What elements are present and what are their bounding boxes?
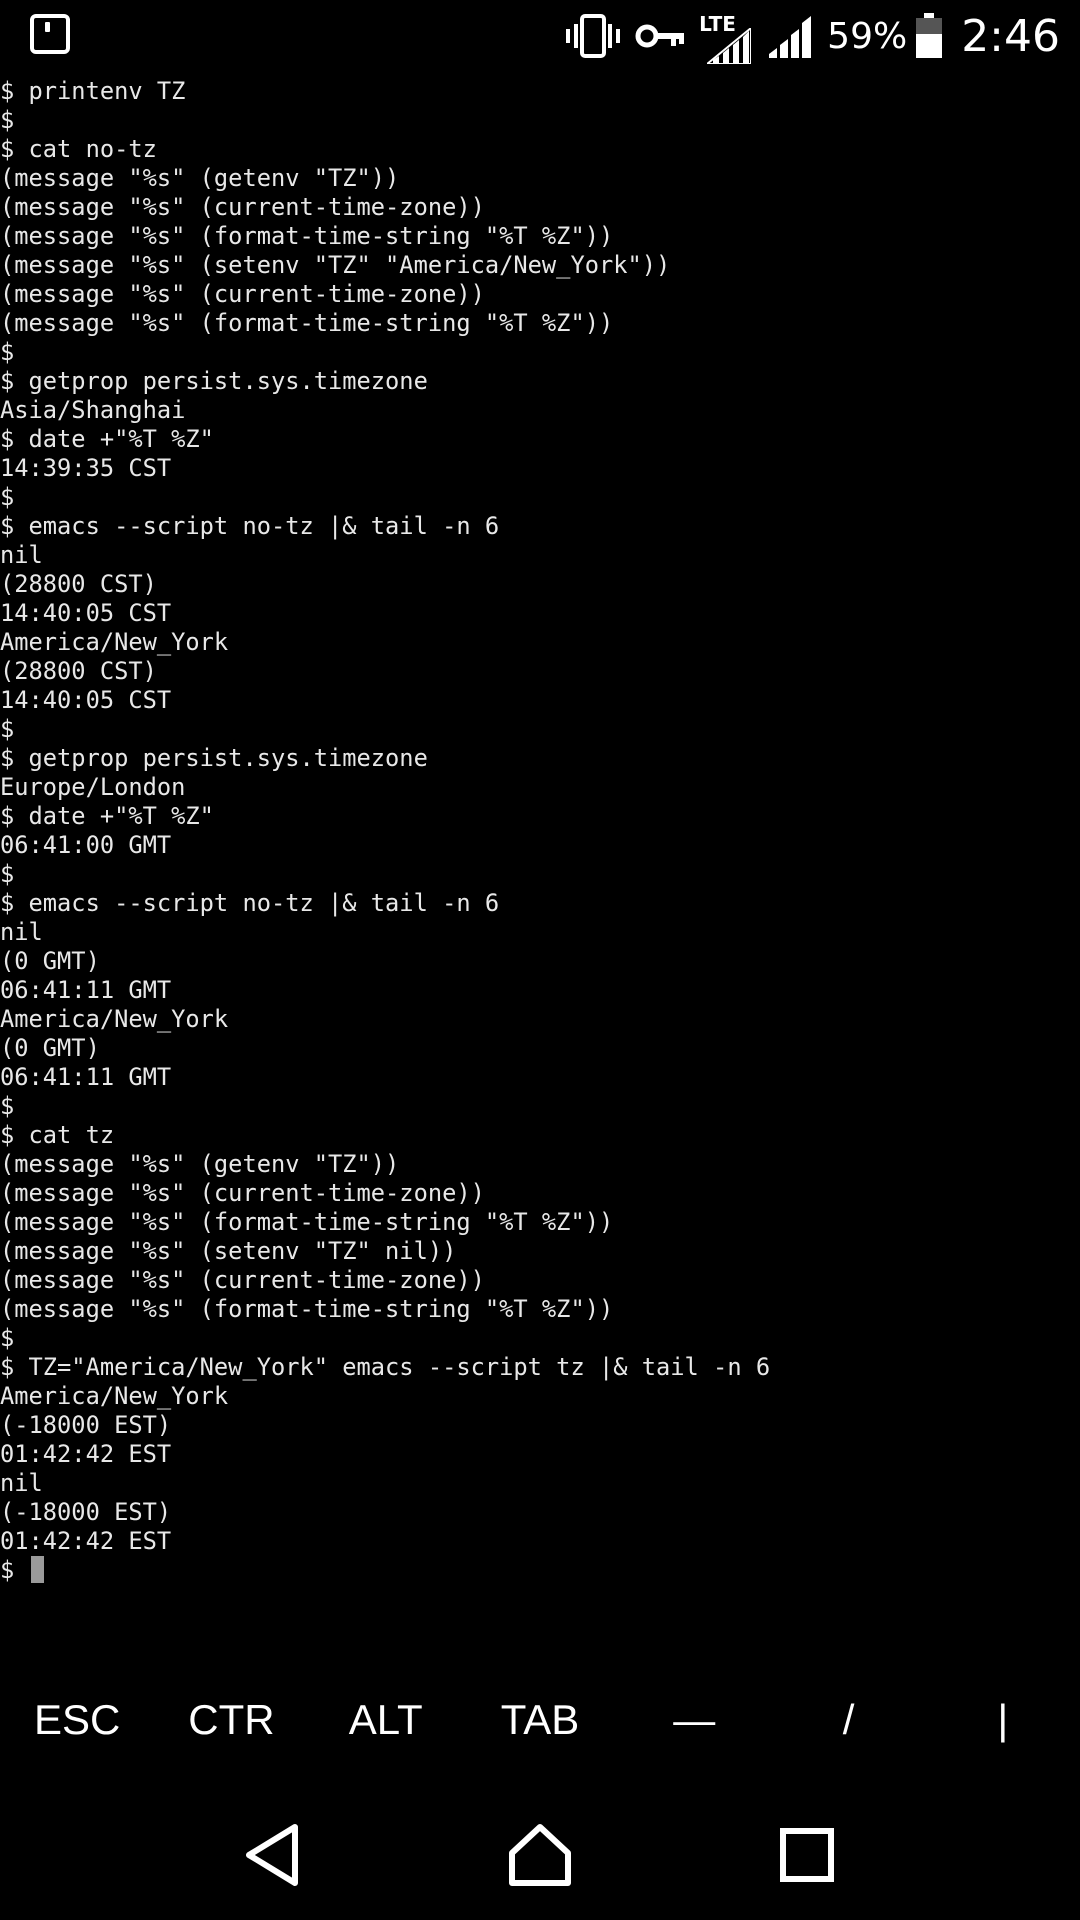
status-icons: LTE 59% 2:46 — [551, 0, 1060, 72]
battery-percent: 59% — [827, 15, 908, 57]
terminal-line: America/New_York — [0, 1382, 229, 1410]
navigation-bar — [0, 1790, 1080, 1920]
terminal-line: (-18000 EST) — [0, 1498, 172, 1526]
terminal-line: 14:39:35 CST — [0, 454, 172, 482]
terminal-line: 06:41:00 GMT — [0, 831, 172, 859]
terminal-line: (28800 CST) — [0, 657, 157, 685]
terminal-line: 14:40:05 CST — [0, 686, 172, 714]
terminal-line: (message "%s" (format-time-string "%T %Z… — [0, 1295, 614, 1323]
terminal-line: (message "%s" (format-time-string "%T %Z… — [0, 309, 614, 337]
text-cursor — [30, 1556, 44, 1583]
terminal-line: $ emacs --script no-tz |& tail -n 6 — [0, 889, 500, 917]
terminal-line: $ getprop persist.sys.timezone — [0, 367, 428, 395]
terminal-line: (28800 CST) — [0, 570, 157, 598]
alt-key[interactable]: ALT — [309, 1680, 463, 1760]
terminal-line: (message "%s" (getenv "TZ")) — [0, 1150, 400, 1178]
terminal-prompt: $ — [0, 1556, 29, 1584]
battery-icon — [915, 13, 943, 59]
dash-key[interactable]: — — [617, 1680, 771, 1760]
terminal-line: $ — [0, 483, 15, 511]
home-icon[interactable] — [480, 1805, 600, 1905]
terminal-line: $ cat no-tz — [0, 135, 157, 163]
tab-key[interactable]: TAB — [463, 1680, 617, 1760]
terminal-line: America/New_York — [0, 628, 229, 656]
terminal-line: (message "%s" (setenv "TZ" "America/New_… — [0, 251, 671, 279]
terminal-output[interactable]: $ printenv TZ $ $ cat no-tz (message "%s" (… — [0, 77, 1080, 1585]
terminal-line: (message "%s" (getenv "TZ")) — [0, 164, 400, 192]
terminal-line: $ date +"%T %Z" — [0, 425, 214, 453]
terminal-line: $ — [0, 1324, 15, 1352]
notification-icon — [30, 14, 70, 54]
terminal-line: $ — [0, 860, 15, 888]
terminal-line: $ — [0, 106, 15, 134]
clock: 2:46 — [961, 10, 1060, 62]
back-icon[interactable] — [213, 1805, 333, 1905]
extra-keys-row: ESC CTR ALT TAB — / | — [0, 1680, 1080, 1760]
terminal-line: 01:42:42 EST — [0, 1527, 172, 1555]
terminal-line: (-18000 EST) — [0, 1411, 172, 1439]
pipe-key[interactable]: | — [926, 1680, 1080, 1760]
lte-signal-icon: LTE — [699, 8, 753, 64]
terminal-line: $ emacs --script no-tz |& tail -n 6 — [0, 512, 500, 540]
terminal-line: (0 GMT) — [0, 947, 100, 975]
terminal-line: (message "%s" (current-time-zone)) — [0, 193, 485, 221]
terminal-line: $ printenv TZ — [0, 77, 186, 105]
terminal-line: 06:41:11 GMT — [0, 1063, 172, 1091]
esc-key[interactable]: ESC — [0, 1680, 154, 1760]
ctrl-key[interactable]: CTR — [154, 1680, 308, 1760]
terminal-line: $ — [0, 715, 15, 743]
status-bar: LTE 59% 2:46 — [0, 0, 1080, 72]
terminal-line: $ date +"%T %Z" — [0, 802, 214, 830]
terminal-line: $ TZ="America/New_York" emacs --script t… — [0, 1353, 771, 1381]
terminal-line: (message "%s" (current-time-zone)) — [0, 1179, 485, 1207]
terminal-line: $ — [0, 1092, 15, 1120]
terminal-line: 14:40:05 CST — [0, 599, 172, 627]
terminal-line: nil — [0, 541, 43, 569]
terminal-line: Asia/Shanghai — [0, 396, 186, 424]
terminal-line: $ getprop persist.sys.timezone — [0, 744, 428, 772]
vibrate-icon — [565, 13, 621, 59]
terminal-line: (message "%s" (setenv "TZ" nil)) — [0, 1237, 457, 1265]
signal-icon — [767, 14, 813, 58]
terminal-line: $ — [0, 338, 15, 366]
terminal-line: (message "%s" (format-time-string "%T %Z… — [0, 1208, 614, 1236]
terminal-prompt-line[interactable]: $ — [0, 1556, 1080, 1585]
recents-icon[interactable] — [747, 1805, 867, 1905]
terminal-line: 06:41:11 GMT — [0, 976, 172, 1004]
terminal-line: nil — [0, 918, 43, 946]
terminal-line: America/New_York — [0, 1005, 229, 1033]
terminal-line: 01:42:42 EST — [0, 1440, 172, 1468]
terminal-line: Europe/London — [0, 773, 186, 801]
vpn-key-icon — [635, 21, 685, 51]
terminal-line: nil — [0, 1469, 43, 1497]
terminal-line: (message "%s" (current-time-zone)) — [0, 280, 485, 308]
terminal-line: $ cat tz — [0, 1121, 115, 1149]
terminal-line: (message "%s" (current-time-zone)) — [0, 1266, 485, 1294]
terminal-line: (message "%s" (format-time-string "%T %Z… — [0, 222, 614, 250]
terminal-line: (0 GMT) — [0, 1034, 100, 1062]
slash-key[interactable]: / — [771, 1680, 925, 1760]
